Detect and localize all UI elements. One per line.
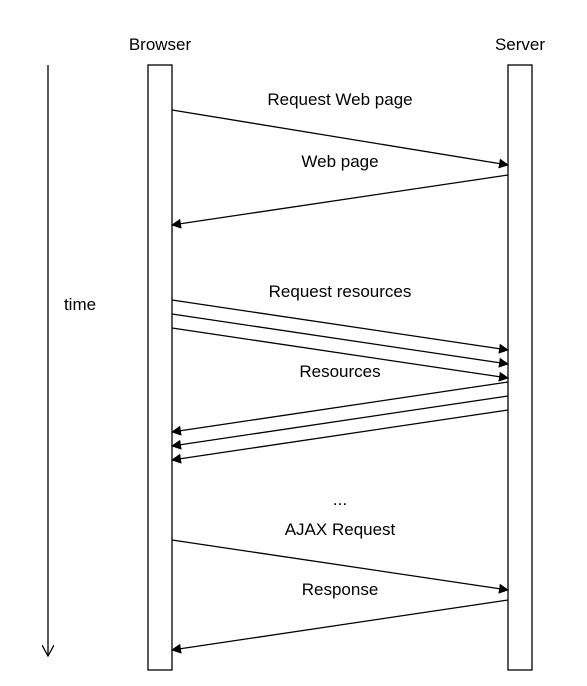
msg-ajax-request-label: AJAX Request — [285, 520, 396, 539]
actor-server-label: Server — [495, 35, 545, 54]
msg-web-page-label: Web page — [301, 152, 378, 171]
msg-request-page-label: Request Web page — [267, 90, 412, 109]
actor-browser-label: Browser — [129, 35, 192, 54]
msg-request-resources-label: Request resources — [269, 282, 412, 301]
msg-request-resources-arrow-1 — [172, 300, 508, 350]
time-axis-label: time — [64, 295, 96, 314]
msg-resources-arrow-1 — [172, 382, 508, 432]
msg-resources-label: Resources — [299, 362, 380, 381]
msg-response-arrow — [172, 600, 508, 650]
server-lifeline — [508, 65, 532, 670]
msg-ellipsis: ... — [333, 490, 347, 509]
msg-request-resources-arrow-2 — [172, 314, 508, 364]
msg-resources-arrow-2 — [172, 396, 508, 446]
msg-resources-arrow-3 — [172, 410, 508, 460]
msg-web-page-arrow — [172, 175, 508, 225]
browser-lifeline — [148, 65, 172, 670]
msg-response-label: Response — [302, 580, 379, 599]
